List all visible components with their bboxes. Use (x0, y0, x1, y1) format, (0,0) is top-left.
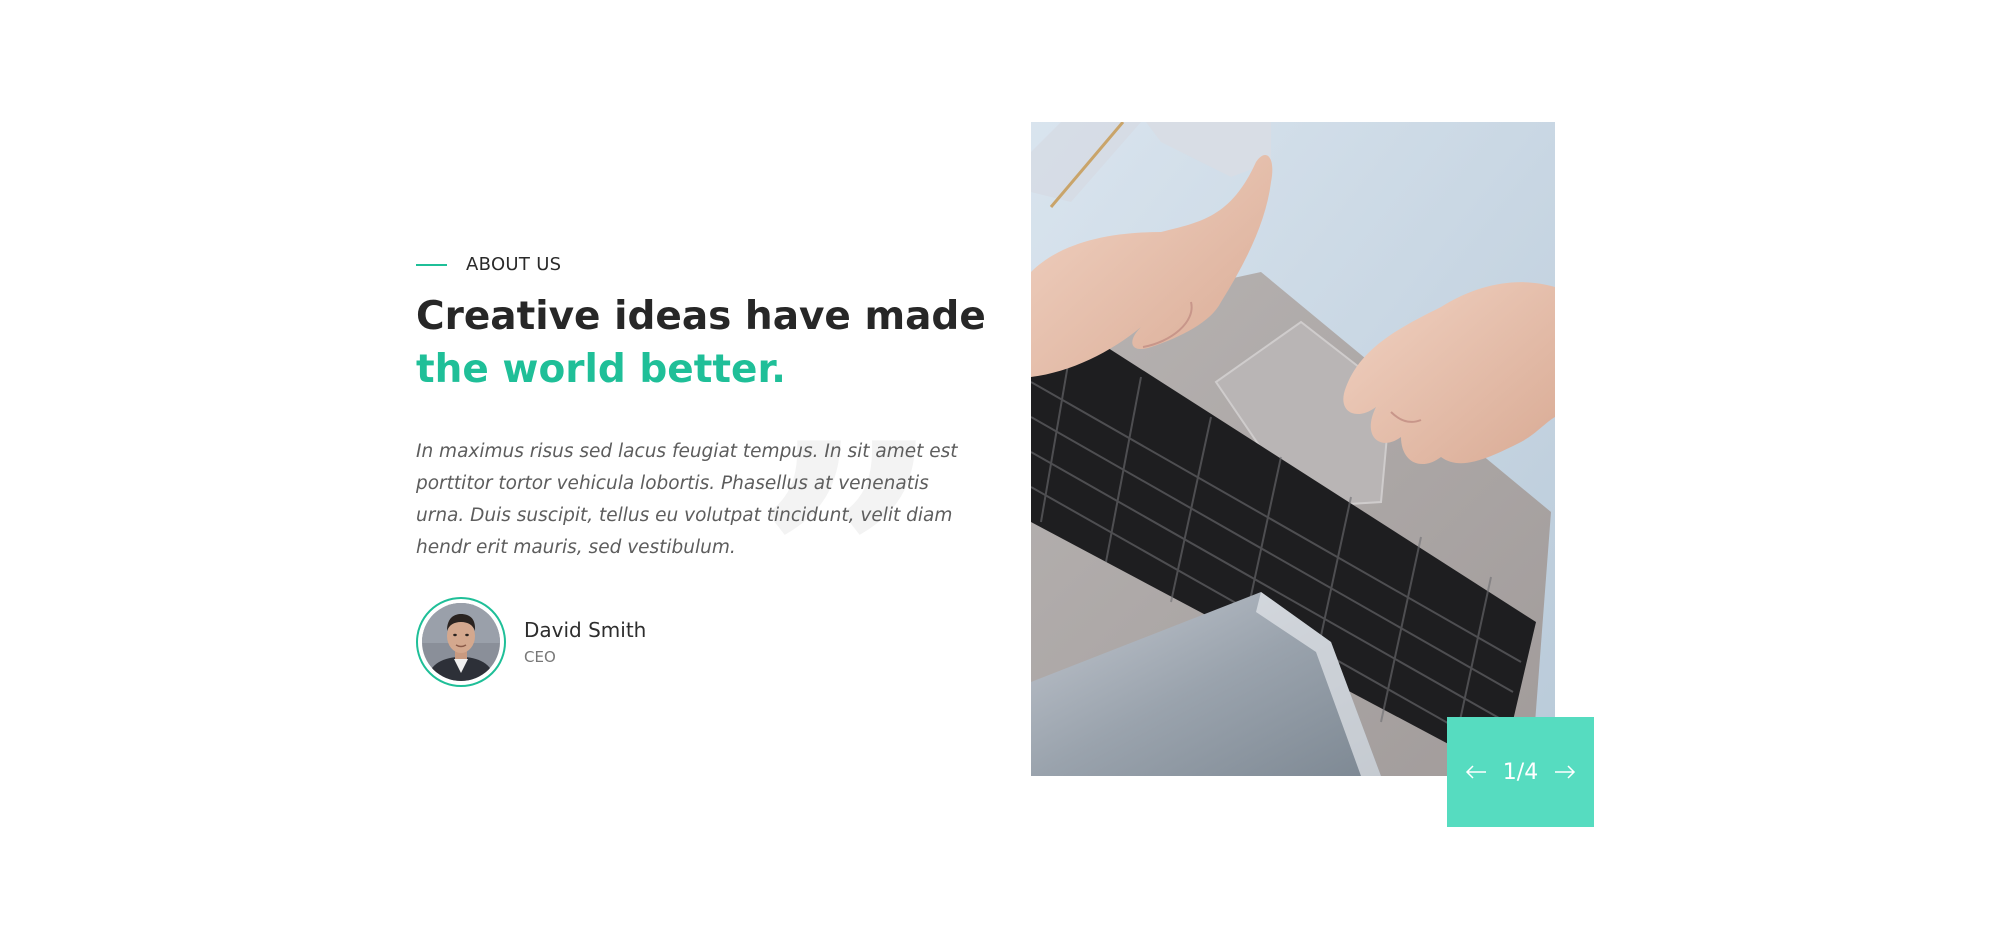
laptop-photo (1031, 122, 1555, 776)
avatar-image (422, 603, 500, 681)
arrow-left-icon[interactable] (1463, 759, 1489, 785)
avatar (416, 597, 506, 687)
author-role: CEO (524, 648, 556, 666)
headline-line-1: Creative ideas have made (416, 294, 986, 339)
author-name: David Smith (524, 618, 647, 642)
testimonial-text: In maximus risus sed lacus feugiat tempu… (416, 441, 958, 558)
section-label-text: ABOUT US (466, 254, 562, 275)
author-info: David Smith CEO (524, 618, 646, 666)
arrow-right-icon[interactable] (1552, 759, 1578, 785)
section-label: ABOUT US (416, 254, 561, 275)
slide-counter: 1/4 (1502, 759, 1539, 785)
slider-navigation: 1/4 (1447, 717, 1594, 827)
about-section: ABOUT US Creative ideas have made the wo… (0, 0, 2000, 942)
testimonial-author: David Smith CEO (416, 597, 646, 687)
label-divider (416, 263, 447, 266)
